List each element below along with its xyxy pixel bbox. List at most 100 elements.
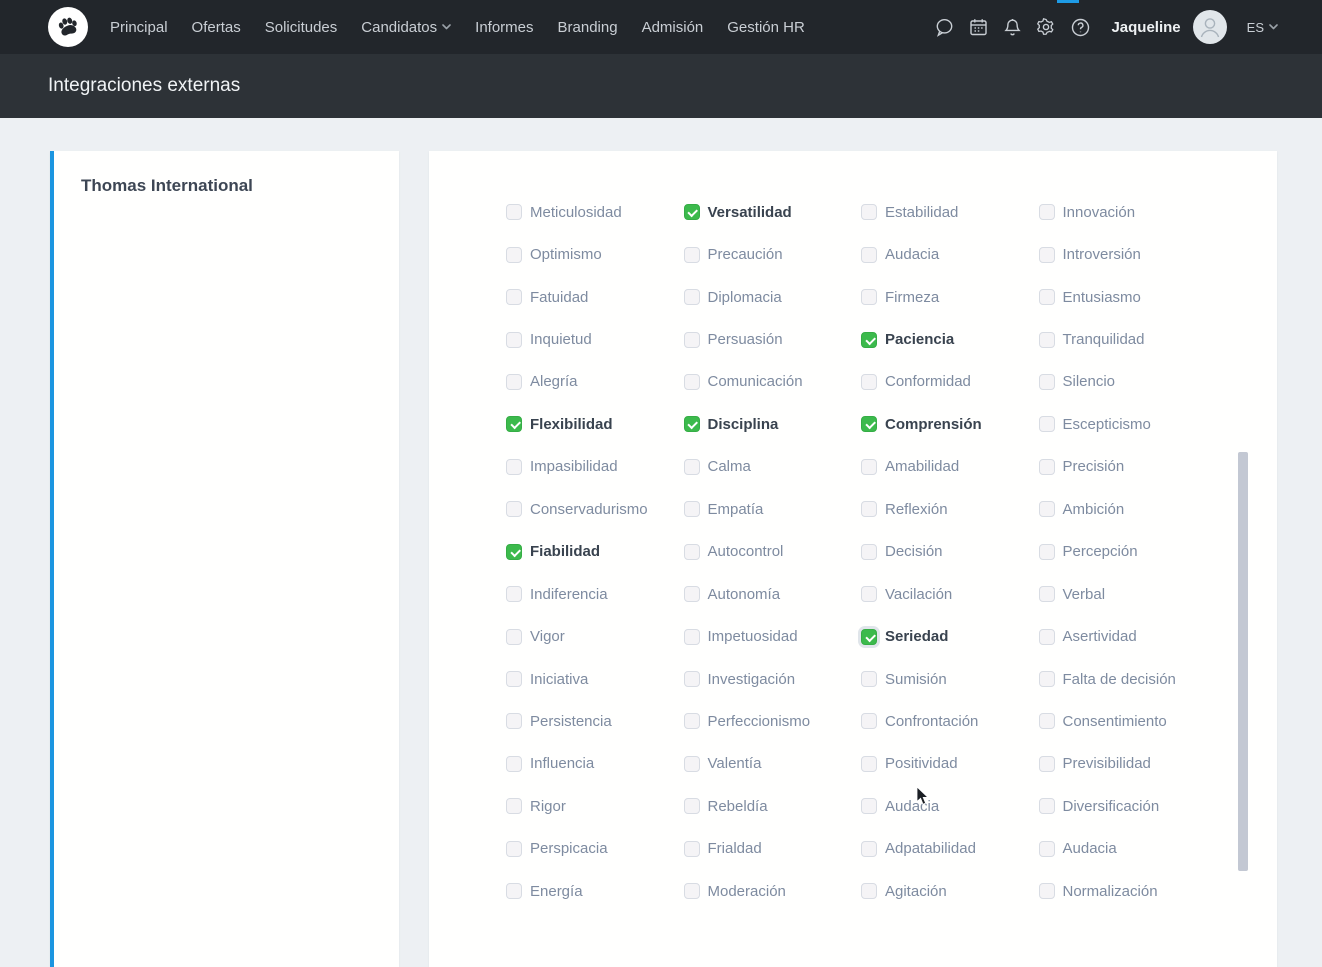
trait-checkbox-falta-de-decision[interactable]: Falta de decisión [1039, 671, 1217, 688]
trait-checkbox-silencio[interactable]: Silencio [1039, 373, 1217, 390]
checkbox-icon [861, 671, 877, 687]
trait-checkbox-innovacion[interactable]: Innovación [1039, 204, 1217, 221]
nav-item-gestion-hr[interactable]: Gestión HR [727, 19, 805, 36]
trait-checkbox-energia[interactable]: Energía [506, 883, 684, 900]
bell-icon[interactable] [995, 10, 1029, 44]
trait-checkbox-influencia[interactable]: Influencia [506, 755, 684, 772]
trait-checkbox-introversion[interactable]: Introversión [1039, 246, 1217, 263]
trait-checkbox-verbal[interactable]: Verbal [1039, 586, 1217, 603]
sidebar-item-thomas-international[interactable]: Thomas International [54, 151, 399, 214]
trait-checkbox-audacia[interactable]: Audacia [861, 798, 1039, 815]
trait-checkbox-confrontacion[interactable]: Confrontación [861, 713, 1039, 730]
trait-label: Iniciativa [530, 671, 588, 688]
trait-checkbox-persuasion[interactable]: Persuasión [684, 331, 862, 348]
trait-checkbox-seriedad[interactable]: Seriedad [861, 628, 1039, 645]
trait-checkbox-perfeccionismo[interactable]: Perfeccionismo [684, 713, 862, 730]
trait-checkbox-calma[interactable]: Calma [684, 458, 862, 475]
trait-label: Vigor [530, 628, 565, 645]
checkbox-icon [684, 756, 700, 772]
trait-checkbox-impasibilidad[interactable]: Impasibilidad [506, 458, 684, 475]
trait-checkbox-investigacion[interactable]: Investigación [684, 671, 862, 688]
trait-checkbox-impetuosidad[interactable]: Impetuosidad [684, 628, 862, 645]
trait-checkbox-moderacion[interactable]: Moderación [684, 883, 862, 900]
trait-checkbox-ambicion[interactable]: Ambición [1039, 501, 1217, 518]
nav-item-admision[interactable]: Admisión [642, 19, 704, 36]
trait-checkbox-asertividad[interactable]: Asertividad [1039, 628, 1217, 645]
checkbox-icon [861, 332, 877, 348]
chat-icon[interactable] [927, 10, 961, 44]
nav-item-ofertas[interactable]: Ofertas [192, 19, 241, 36]
trait-checkbox-flexibilidad[interactable]: Flexibilidad [506, 416, 684, 433]
nav-item-principal[interactable]: Principal [110, 19, 168, 36]
trait-checkbox-fatuidad[interactable]: Fatuidad [506, 289, 684, 306]
checkbox-icon [1039, 671, 1055, 687]
trait-checkbox-percepcion[interactable]: Percepción [1039, 543, 1217, 560]
user-name[interactable]: Jaqueline [1111, 19, 1180, 36]
trait-checkbox-comprension[interactable]: Comprensión [861, 416, 1039, 433]
trait-checkbox-precaucion[interactable]: Precaución [684, 246, 862, 263]
gear-icon[interactable] [1029, 10, 1063, 44]
trait-checkbox-inquietud[interactable]: Inquietud [506, 331, 684, 348]
trait-checkbox-optimismo[interactable]: Optimismo [506, 246, 684, 263]
trait-checkbox-diplomacia[interactable]: Diplomacia [684, 289, 862, 306]
checkbox-icon [684, 289, 700, 305]
trait-checkbox-frialdad[interactable]: Frialdad [684, 840, 862, 857]
language-selector[interactable]: ES [1247, 20, 1278, 35]
trait-checkbox-positividad[interactable]: Positividad [861, 755, 1039, 772]
trait-label: Meticulosidad [530, 204, 622, 221]
nav-item-solicitudes[interactable]: Solicitudes [265, 19, 338, 36]
trait-checkbox-versatilidad[interactable]: Versatilidad [684, 204, 862, 221]
trait-checkbox-rebeldia[interactable]: Rebeldía [684, 798, 862, 815]
nav-item-candidatos[interactable]: Candidatos [361, 19, 451, 36]
trait-checkbox-empatia[interactable]: Empatía [684, 501, 862, 518]
trait-checkbox-rigor[interactable]: Rigor [506, 798, 684, 815]
trait-checkbox-autonomia[interactable]: Autonomía [684, 586, 862, 603]
chevron-down-icon [1269, 24, 1278, 30]
trait-label: Tranquilidad [1063, 331, 1145, 348]
brand-logo[interactable] [48, 7, 88, 47]
trait-checkbox-vigor[interactable]: Vigor [506, 628, 684, 645]
trait-checkbox-alegria[interactable]: Alegría [506, 373, 684, 390]
trait-checkbox-reflexion[interactable]: Reflexión [861, 501, 1039, 518]
trait-checkbox-consentimiento[interactable]: Consentimiento [1039, 713, 1217, 730]
trait-checkbox-conformidad[interactable]: Conformidad [861, 373, 1039, 390]
trait-checkbox-precision[interactable]: Precisión [1039, 458, 1217, 475]
trait-checkbox-iniciativa[interactable]: Iniciativa [506, 671, 684, 688]
trait-checkbox-normalizacion[interactable]: Normalización [1039, 883, 1217, 900]
trait-checkbox-indiferencia[interactable]: Indiferencia [506, 586, 684, 603]
trait-checkbox-meticulosidad[interactable]: Meticulosidad [506, 204, 684, 221]
trait-checkbox-paciencia[interactable]: Paciencia [861, 331, 1039, 348]
help-icon[interactable] [1063, 10, 1097, 44]
trait-checkbox-vacilacion[interactable]: Vacilación [861, 586, 1039, 603]
trait-checkbox-disciplina[interactable]: Disciplina [684, 416, 862, 433]
user-avatar[interactable] [1193, 10, 1227, 44]
trait-checkbox-amabilidad[interactable]: Amabilidad [861, 458, 1039, 475]
trait-checkbox-persistencia[interactable]: Persistencia [506, 713, 684, 730]
trait-checkbox-adpatabilidad[interactable]: Adpatabilidad [861, 840, 1039, 857]
trait-checkbox-perspicacia[interactable]: Perspicacia [506, 840, 684, 857]
calendar-icon[interactable] [961, 10, 995, 44]
vertical-scrollbar-thumb[interactable] [1238, 452, 1248, 871]
nav-item-informes[interactable]: Informes [475, 19, 533, 36]
trait-checkbox-autocontrol[interactable]: Autocontrol [684, 543, 862, 560]
trait-checkbox-firmeza[interactable]: Firmeza [861, 289, 1039, 306]
trait-checkbox-previsibilidad[interactable]: Previsibilidad [1039, 755, 1217, 772]
trait-label: Disciplina [708, 416, 779, 433]
trait-checkbox-conservadurismo[interactable]: Conservadurismo [506, 501, 684, 518]
trait-checkbox-sumision[interactable]: Sumisión [861, 671, 1039, 688]
trait-checkbox-fiabilidad[interactable]: Fiabilidad [506, 543, 684, 560]
trait-checkbox-estabilidad[interactable]: Estabilidad [861, 204, 1039, 221]
trait-label: Ambición [1063, 501, 1125, 518]
trait-checkbox-agitacion[interactable]: Agitación [861, 883, 1039, 900]
trait-checkbox-escepticismo[interactable]: Escepticismo [1039, 416, 1217, 433]
nav-item-branding[interactable]: Branding [558, 19, 618, 36]
trait-checkbox-diversificacion[interactable]: Diversificación [1039, 798, 1217, 815]
trait-checkbox-comunicacion[interactable]: Comunicación [684, 373, 862, 390]
trait-checkbox-audacia[interactable]: Audacia [861, 246, 1039, 263]
trait-checkbox-entusiasmo[interactable]: Entusiasmo [1039, 289, 1217, 306]
trait-checkbox-tranquilidad[interactable]: Tranquilidad [1039, 331, 1217, 348]
trait-checkbox-decision[interactable]: Decisión [861, 543, 1039, 560]
trait-checkbox-valentia[interactable]: Valentía [684, 755, 862, 772]
trait-checkbox-audacia[interactable]: Audacia [1039, 840, 1217, 857]
trait-label: Calma [708, 458, 751, 475]
